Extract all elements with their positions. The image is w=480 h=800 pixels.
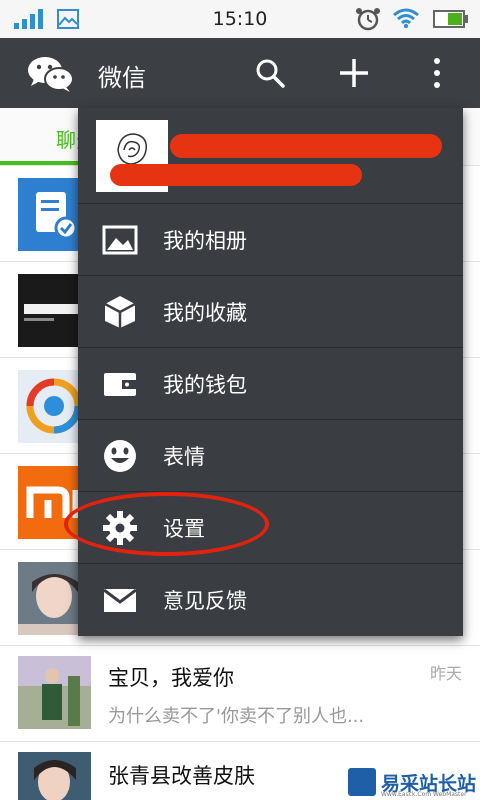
status-bar: 15:10 bbox=[0, 0, 480, 38]
avatar bbox=[18, 752, 91, 800]
favorites-icon bbox=[104, 296, 136, 328]
menu-item-label: 表情 bbox=[163, 445, 205, 469]
chat-name: 宝贝，我爱你 bbox=[108, 666, 234, 690]
menu-item-feedback[interactable]: 意见反馈 bbox=[78, 564, 463, 636]
wallet-icon bbox=[104, 373, 136, 396]
menu-item-favorites[interactable]: 我的收藏 bbox=[78, 276, 463, 348]
menu-item-album[interactable]: 我的相册 bbox=[78, 204, 463, 276]
tab-chats[interactable]: 聊天 bbox=[56, 124, 80, 153]
overflow-menu: 我的相册 我的收藏 我的钱包 表情 设置 意见反馈 bbox=[78, 108, 463, 636]
menu-profile[interactable] bbox=[78, 108, 463, 204]
settings-icon bbox=[103, 511, 137, 545]
redaction-mark bbox=[110, 164, 362, 186]
album-icon bbox=[102, 225, 138, 255]
redaction-mark bbox=[170, 134, 442, 158]
feedback-icon bbox=[103, 588, 137, 612]
menu-item-label: 我的钱包 bbox=[163, 373, 247, 397]
emoji-icon bbox=[104, 440, 136, 472]
wifi-icon bbox=[393, 8, 419, 29]
menu-item-emoji[interactable]: 表情 bbox=[78, 420, 463, 492]
avatar bbox=[18, 656, 91, 729]
menu-item-settings[interactable]: 设置 bbox=[78, 492, 463, 564]
add-icon[interactable] bbox=[338, 57, 370, 89]
menu-item-wallet[interactable]: 我的钱包 bbox=[78, 348, 463, 420]
watermark-subtext: Www.Easck.Com WebMaster bbox=[381, 791, 467, 798]
alarm-icon bbox=[356, 8, 380, 31]
search-icon[interactable] bbox=[255, 58, 285, 88]
menu-item-label: 设置 bbox=[163, 517, 205, 541]
chat-time: 昨天 bbox=[429, 664, 462, 683]
user-photo-icon bbox=[18, 752, 91, 800]
menu-item-label: 我的相册 bbox=[163, 229, 247, 253]
app-title: 微信 bbox=[98, 64, 146, 92]
chat-preview: 为什么卖不了'你卖不了别人也... bbox=[108, 706, 365, 727]
menu-item-label: 我的收藏 bbox=[163, 301, 247, 325]
wechat-logo-icon bbox=[28, 57, 74, 92]
chat-name: 张青县改善皮肤 bbox=[108, 764, 255, 788]
more-options-icon[interactable] bbox=[425, 56, 449, 90]
list-item[interactable]: 宝贝，我爱你 昨天 为什么卖不了'你卖不了别人也... bbox=[0, 646, 480, 742]
action-bar: 微信 bbox=[0, 38, 480, 108]
watermark: 易采站长站 Www.Easck.Com WebMaster bbox=[344, 765, 480, 800]
menu-item-label: 意见反馈 bbox=[163, 589, 247, 613]
watermark-logo-icon bbox=[348, 768, 376, 796]
battery-icon bbox=[433, 10, 468, 28]
user-photo-icon bbox=[18, 656, 91, 729]
